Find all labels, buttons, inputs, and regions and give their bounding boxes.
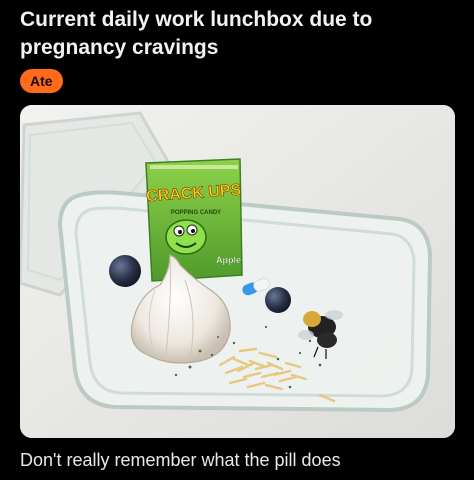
blueberry-2 xyxy=(265,287,291,313)
lunchbox-photo: CRACK UPS POPPING CANDY Apple xyxy=(20,105,455,438)
post-caption: Don't really remember what the pill does xyxy=(20,450,341,470)
post-flair-badge[interactable]: Ate xyxy=(20,69,63,93)
post-title[interactable]: Current daily work lunchbox due to pregn… xyxy=(20,6,460,62)
packet-subtitle: POPPING CANDY xyxy=(171,210,221,216)
blueberry-1 xyxy=(109,255,141,287)
post-image[interactable]: CRACK UPS POPPING CANDY Apple xyxy=(20,105,455,438)
packet-flavor: Apple xyxy=(216,255,241,265)
popping-candy-packet: CRACK UPS POPPING CANDY Apple xyxy=(145,158,243,282)
